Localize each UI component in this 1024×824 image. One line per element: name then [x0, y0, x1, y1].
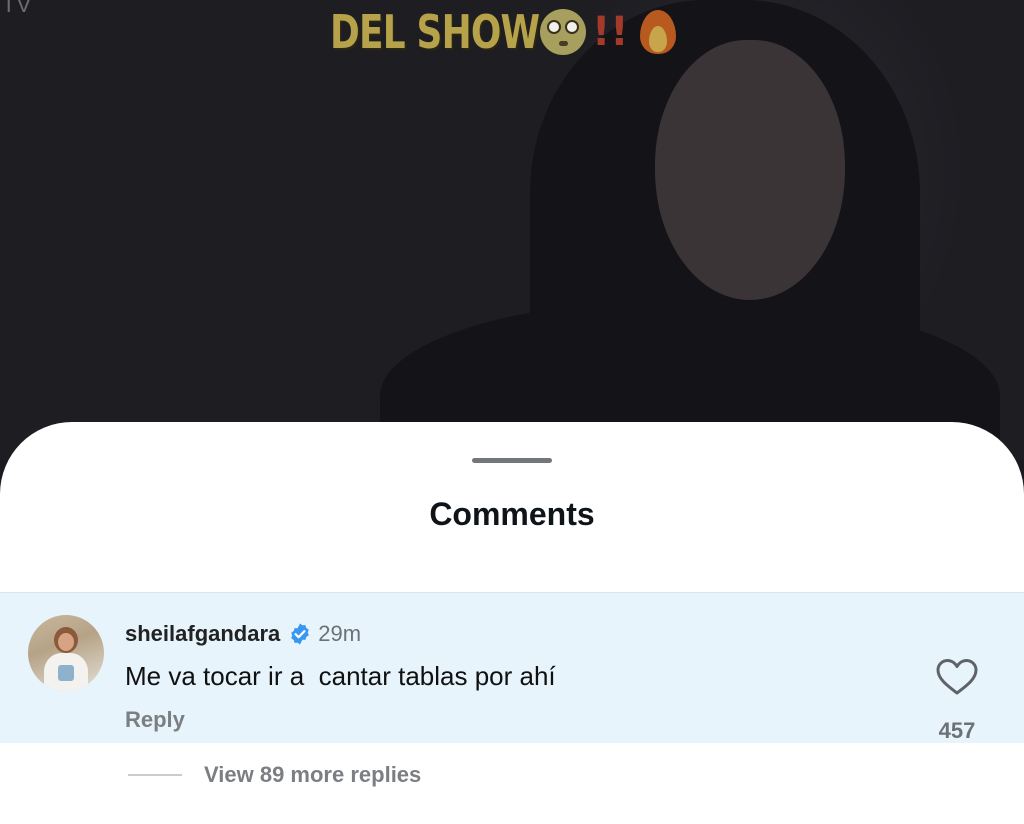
video-caption-text: DEL SHOW: [330, 5, 540, 59]
double-exclamation-icon: !!: [592, 9, 629, 55]
sheet-drag-handle[interactable]: [472, 458, 552, 463]
comments-sheet: Comments sheilafgandara 29m Me va tocar …: [0, 422, 1024, 824]
heart-icon[interactable]: [935, 657, 979, 697]
comment-item: sheilafgandara 29m Me va tocar ir a cant…: [0, 592, 1024, 743]
video-player[interactable]: TV DEL SHOW !!: [0, 0, 1024, 460]
sheet-title: Comments: [429, 496, 595, 532]
video-person-face: [655, 40, 845, 300]
video-watermark: TV: [2, 0, 33, 17]
comment-header: sheilafgandara 29m: [125, 621, 361, 647]
comment-text: Me va tocar ir a cantar tablas por ahí: [125, 661, 556, 691]
comment-username[interactable]: sheilafgandara: [125, 621, 280, 647]
avatar[interactable]: [28, 615, 104, 691]
verified-badge-icon: [291, 623, 310, 645]
video-caption: DEL SHOW !!: [330, 4, 678, 60]
view-more-replies-label: View 89 more replies: [204, 762, 422, 787]
like-count: 457: [938, 718, 976, 743]
fire-icon: [638, 8, 678, 56]
view-more-replies-button[interactable]: View 89 more replies: [128, 762, 421, 788]
reply-button[interactable]: Reply: [125, 707, 185, 733]
flushed-face-icon: [540, 9, 586, 55]
replies-divider: [128, 774, 182, 776]
comment-timestamp: 29m: [318, 621, 362, 646]
